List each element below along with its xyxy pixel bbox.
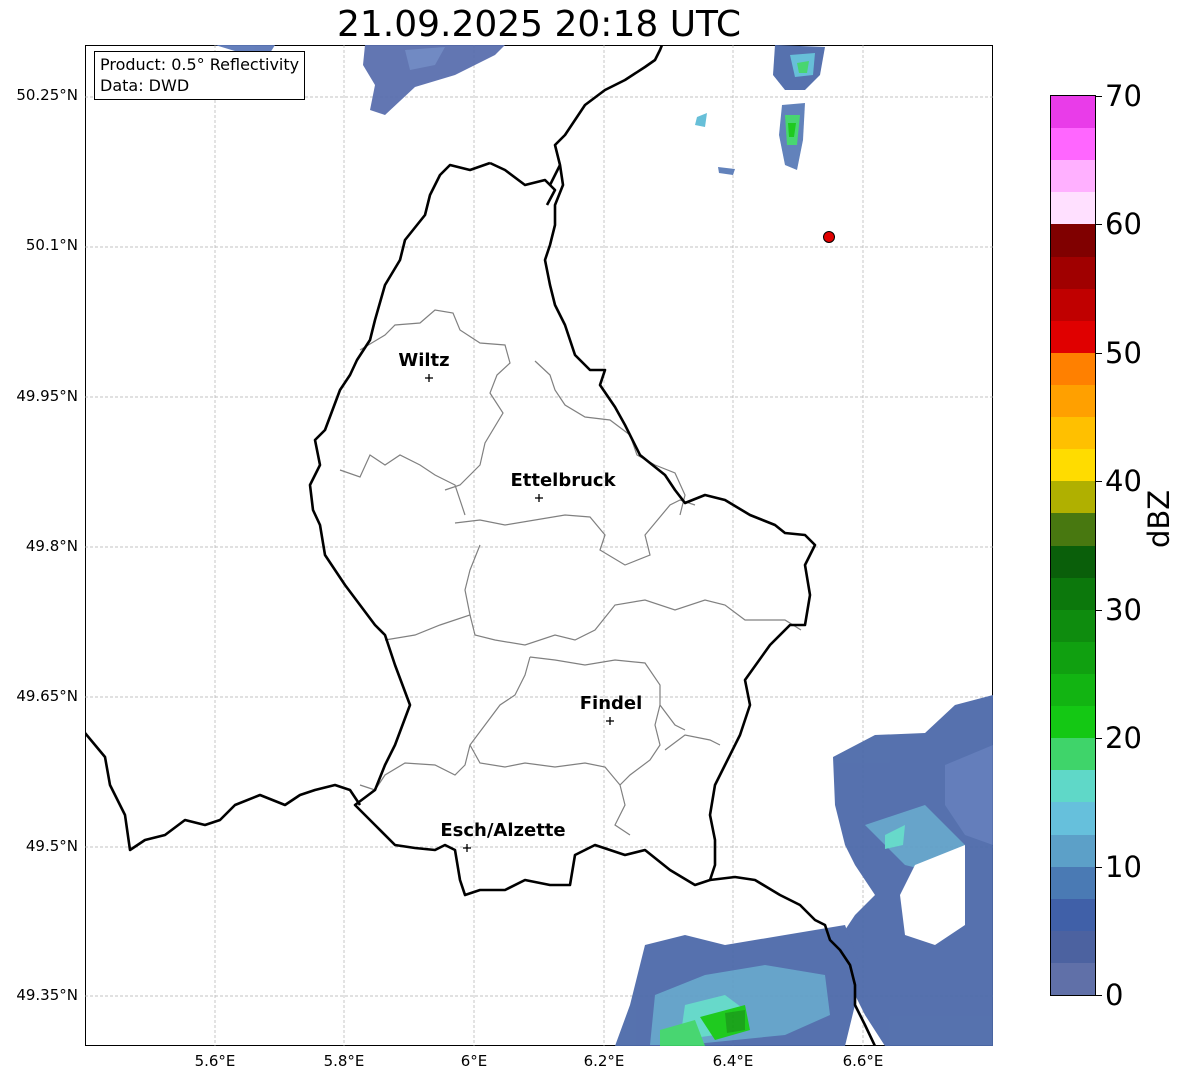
colorbar-swatch [1051,962,1095,996]
colorbar-tick [1096,995,1102,996]
colorbar-swatch [1051,192,1095,225]
colorbar-label: 0 [1105,978,1124,1012]
lat-label: 49.8°N [25,537,78,555]
lon-label: 6.4°E [712,1052,754,1070]
ettelbruck-marker [535,494,543,502]
colorbar-swatch [1051,513,1095,546]
colorbar-swatch [1051,449,1095,482]
radar-map[interactable] [85,45,993,1046]
lat-label: 49.35°N [16,986,78,1004]
colorbar-tick [1096,353,1102,354]
findel-marker [606,717,614,725]
colorbar-swatch [1051,417,1095,450]
data-source-text: Data: DWD [100,76,190,95]
colorbar-tick [1096,738,1102,739]
esch-marker [463,844,471,852]
lon-label: 6.2°E [583,1052,625,1070]
wiltz-marker [425,374,433,382]
lat-label: 50.1°N [25,236,78,254]
colorbar-swatch [1051,481,1095,514]
colorbar-tick [1096,610,1102,611]
lon-label: 6.6°E [842,1052,884,1070]
colorbar-label: 50 [1105,336,1142,370]
colorbar-swatch [1051,706,1095,739]
gridlines [85,45,993,1046]
colorbar-swatch [1051,160,1095,193]
colorbar-swatch [1051,224,1095,257]
radar-site-marker [823,231,835,243]
lat-label: 49.95°N [16,387,78,405]
colorbar-swatch [1051,128,1095,161]
lat-label: 49.65°N [16,687,78,705]
colorbar-label: 10 [1105,850,1142,884]
colorbar-tick [1096,481,1102,482]
colorbar-swatch [1051,770,1095,803]
colorbar-swatch [1051,898,1095,931]
lon-label: 6°E [460,1052,488,1070]
lat-label: 49.5°N [25,837,78,855]
city-label-wiltz: Wiltz [398,350,450,371]
colorbar-swatch [1051,609,1095,642]
colorbar-swatch [1051,834,1095,867]
colorbar-label: 60 [1105,207,1142,241]
colorbar-label: 70 [1105,79,1142,113]
lon-label: 5.8°E [323,1052,365,1070]
colorbar-swatch [1051,673,1095,707]
colorbar [1050,95,1096,996]
product-info-box: Product: 0.5° Reflectivity Data: DWD [94,51,306,100]
colorbar-tick [1096,96,1102,97]
colorbar-swatch [1051,384,1095,418]
colorbar-title: dBZ [1142,489,1176,548]
colorbar-tick [1096,867,1102,868]
colorbar-swatch [1051,738,1095,771]
colorbar-swatch [1051,577,1095,610]
colorbar-label: 40 [1105,464,1142,498]
colorbar-swatch [1051,641,1095,674]
colorbar-swatch [1051,96,1095,129]
lon-label: 5.6°E [194,1052,236,1070]
colorbar-swatch [1051,320,1095,353]
colorbar-label: 20 [1105,721,1142,755]
colorbar-swatch [1051,930,1095,963]
colorbar-tick [1096,224,1102,225]
colorbar-swatch [1051,352,1095,385]
map-title: 21.09.2025 20:18 UTC [336,4,742,45]
colorbar-swatch [1051,802,1095,835]
city-label-esch: Esch/Alzette [440,820,566,841]
city-markers [425,374,614,852]
colorbar-swatch [1051,288,1095,321]
product-text: Product: 0.5° Reflectivity [100,55,300,74]
colorbar-swatch [1051,545,1095,578]
colorbar-swatch [1051,866,1095,899]
city-label-findel: Findel [579,693,643,714]
lat-label: 50.25°N [16,86,78,104]
colorbar-swatch [1051,256,1095,289]
canton-borders [339,309,802,836]
colorbar-label: 30 [1105,593,1142,627]
city-label-ettelbruck: Ettelbruck [510,470,616,491]
